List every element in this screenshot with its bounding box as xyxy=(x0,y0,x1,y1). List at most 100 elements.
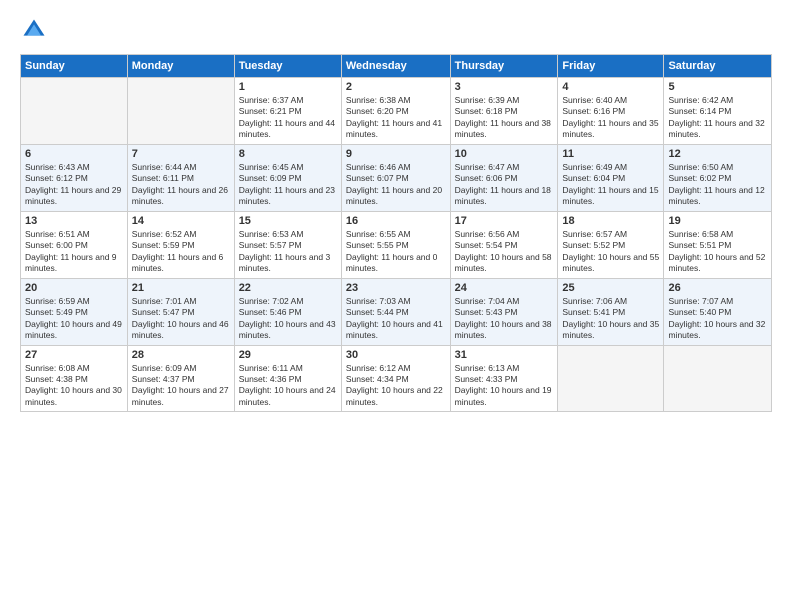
calendar-cell: 31 Sunrise: 6:13 AMSunset: 4:33 PMDayligh… xyxy=(450,345,558,412)
calendar-cell: 26 Sunrise: 7:07 AMSunset: 5:40 PMDayligh… xyxy=(664,278,772,345)
day-info: Sunrise: 6:42 AMSunset: 6:14 PMDaylight:… xyxy=(668,95,767,141)
calendar-cell: 19 Sunrise: 6:58 AMSunset: 5:51 PMDayligh… xyxy=(664,211,772,278)
logo xyxy=(20,16,52,44)
day-info: Sunrise: 6:46 AMSunset: 6:07 PMDaylight:… xyxy=(346,162,446,208)
day-number: 5 xyxy=(668,81,767,93)
day-info: Sunrise: 6:45 AMSunset: 6:09 PMDaylight:… xyxy=(239,162,337,208)
day-info: Sunrise: 6:38 AMSunset: 6:20 PMDaylight:… xyxy=(346,95,446,141)
calendar-cell xyxy=(664,345,772,412)
day-info: Sunrise: 7:07 AMSunset: 5:40 PMDaylight:… xyxy=(668,296,767,342)
calendar-cell: 29Sunrise: 6:11 AMSunset: 4:36 PMDayligh… xyxy=(234,345,341,412)
day-number: 25 xyxy=(562,282,659,294)
day-number: 23 xyxy=(346,282,446,294)
day-info: Sunrise: 6:08 AMSunset: 4:38 PMDaylight:… xyxy=(25,363,123,409)
day-number: 29 xyxy=(239,349,337,361)
day-number: 11 xyxy=(562,148,659,160)
day-info: Sunrise: 7:03 AMSunset: 5:44 PMDaylight:… xyxy=(346,296,446,342)
day-number: 4 xyxy=(562,81,659,93)
calendar-cell: 27Sunrise: 6:08 AMSunset: 4:38 PMDayligh… xyxy=(21,345,128,412)
day-number: 26 xyxy=(668,282,767,294)
day-number: 10 xyxy=(455,148,554,160)
day-info: Sunrise: 6:39 AMSunset: 6:18 PMDaylight:… xyxy=(455,95,554,141)
weekday-header-tuesday: Tuesday xyxy=(234,55,341,78)
day-info: Sunrise: 7:01 AMSunset: 5:47 PMDaylight:… xyxy=(132,296,230,342)
weekday-header-monday: Monday xyxy=(127,55,234,78)
day-info: Sunrise: 6:43 AMSunset: 6:12 PMDaylight:… xyxy=(25,162,123,208)
header xyxy=(20,16,772,44)
day-info: Sunrise: 6:52 AMSunset: 5:59 PMDaylight:… xyxy=(132,229,230,275)
week-row-1: 1Sunrise: 6:37 AMSunset: 6:21 PMDaylight… xyxy=(21,78,772,145)
calendar-cell: 17 Sunrise: 6:56 AMSunset: 5:54 PMDayligh… xyxy=(450,211,558,278)
week-row-5: 27Sunrise: 6:08 AMSunset: 4:38 PMDayligh… xyxy=(21,345,772,412)
calendar-cell xyxy=(21,78,128,145)
day-number: 7 xyxy=(132,148,230,160)
page: SundayMondayTuesdayWednesdayThursdayFrid… xyxy=(0,0,792,612)
day-info: Sunrise: 6:09 AMSunset: 4:37 PMDaylight:… xyxy=(132,363,230,409)
day-number: 22 xyxy=(239,282,337,294)
day-info: Sunrise: 6:59 AMSunset: 5:49 PMDaylight:… xyxy=(25,296,123,342)
day-info: Sunrise: 7:06 AMSunset: 5:41 PMDaylight:… xyxy=(562,296,659,342)
week-row-2: 6 Sunrise: 6:43 AMSunset: 6:12 PMDaylight… xyxy=(21,144,772,211)
calendar-cell: 20 Sunrise: 6:59 AMSunset: 5:49 PMDayligh… xyxy=(21,278,128,345)
day-number: 12 xyxy=(668,148,767,160)
day-number: 24 xyxy=(455,282,554,294)
week-row-4: 20 Sunrise: 6:59 AMSunset: 5:49 PMDayligh… xyxy=(21,278,772,345)
day-number: 28 xyxy=(132,349,230,361)
calendar-cell: 2 Sunrise: 6:38 AMSunset: 6:20 PMDaylight… xyxy=(341,78,450,145)
day-number: 31 xyxy=(455,349,554,361)
calendar-table: SundayMondayTuesdayWednesdayThursdayFrid… xyxy=(20,54,772,412)
day-info: Sunrise: 6:40 AMSunset: 6:16 PMDaylight:… xyxy=(562,95,659,141)
calendar-cell xyxy=(558,345,664,412)
day-info: Sunrise: 6:44 AMSunset: 6:11 PMDaylight:… xyxy=(132,162,230,208)
day-info: Sunrise: 7:02 AMSunset: 5:46 PMDaylight:… xyxy=(239,296,337,342)
day-info: Sunrise: 6:50 AMSunset: 6:02 PMDaylight:… xyxy=(668,162,767,208)
calendar-cell: 15 Sunrise: 6:53 AMSunset: 5:57 PMDayligh… xyxy=(234,211,341,278)
day-info: Sunrise: 6:56 AMSunset: 5:54 PMDaylight:… xyxy=(455,229,554,275)
day-number: 21 xyxy=(132,282,230,294)
day-number: 13 xyxy=(25,215,123,227)
day-info: Sunrise: 6:58 AMSunset: 5:51 PMDaylight:… xyxy=(668,229,767,275)
day-number: 17 xyxy=(455,215,554,227)
calendar-cell: 28 Sunrise: 6:09 AMSunset: 4:37 PMDayligh… xyxy=(127,345,234,412)
day-info: Sunrise: 6:49 AMSunset: 6:04 PMDaylight:… xyxy=(562,162,659,208)
day-info: Sunrise: 6:57 AMSunset: 5:52 PMDaylight:… xyxy=(562,229,659,275)
day-info: Sunrise: 6:12 AMSunset: 4:34 PMDaylight:… xyxy=(346,363,446,409)
week-row-3: 13 Sunrise: 6:51 AMSunset: 6:00 PMDayligh… xyxy=(21,211,772,278)
weekday-header-thursday: Thursday xyxy=(450,55,558,78)
calendar-cell: 7 Sunrise: 6:44 AMSunset: 6:11 PMDaylight… xyxy=(127,144,234,211)
day-info: Sunrise: 7:04 AMSunset: 5:43 PMDaylight:… xyxy=(455,296,554,342)
day-number: 15 xyxy=(239,215,337,227)
day-info: Sunrise: 6:13 AMSunset: 4:33 PMDaylight:… xyxy=(455,363,554,409)
weekday-header-saturday: Saturday xyxy=(664,55,772,78)
calendar-cell: 4 Sunrise: 6:40 AMSunset: 6:16 PMDaylight… xyxy=(558,78,664,145)
weekday-header-friday: Friday xyxy=(558,55,664,78)
day-number: 6 xyxy=(25,148,123,160)
day-info: Sunrise: 6:51 AMSunset: 6:00 PMDaylight:… xyxy=(25,229,123,275)
calendar-cell: 12 Sunrise: 6:50 AMSunset: 6:02 PMDayligh… xyxy=(664,144,772,211)
weekday-header-sunday: Sunday xyxy=(21,55,128,78)
day-info: Sunrise: 6:53 AMSunset: 5:57 PMDaylight:… xyxy=(239,229,337,275)
calendar-cell: 8 Sunrise: 6:45 AMSunset: 6:09 PMDaylight… xyxy=(234,144,341,211)
day-number: 18 xyxy=(562,215,659,227)
day-number: 14 xyxy=(132,215,230,227)
day-number: 8 xyxy=(239,148,337,160)
calendar-cell: 25 Sunrise: 7:06 AMSunset: 5:41 PMDayligh… xyxy=(558,278,664,345)
day-info: Sunrise: 6:55 AMSunset: 5:55 PMDaylight:… xyxy=(346,229,446,275)
weekday-header-wednesday: Wednesday xyxy=(341,55,450,78)
logo-icon xyxy=(20,16,48,44)
calendar-cell: 18 Sunrise: 6:57 AMSunset: 5:52 PMDayligh… xyxy=(558,211,664,278)
calendar-cell: 21 Sunrise: 7:01 AMSunset: 5:47 PMDayligh… xyxy=(127,278,234,345)
calendar-cell: 3 Sunrise: 6:39 AMSunset: 6:18 PMDaylight… xyxy=(450,78,558,145)
day-number: 9 xyxy=(346,148,446,160)
day-number: 30 xyxy=(346,349,446,361)
calendar-cell: 24 Sunrise: 7:04 AMSunset: 5:43 PMDayligh… xyxy=(450,278,558,345)
calendar-cell: 13 Sunrise: 6:51 AMSunset: 6:00 PMDayligh… xyxy=(21,211,128,278)
day-number: 3 xyxy=(455,81,554,93)
day-number: 20 xyxy=(25,282,123,294)
calendar-cell: 16Sunrise: 6:55 AMSunset: 5:55 PMDayligh… xyxy=(341,211,450,278)
day-number: 19 xyxy=(668,215,767,227)
day-number: 2 xyxy=(346,81,446,93)
calendar-cell: 30 Sunrise: 6:12 AMSunset: 4:34 PMDayligh… xyxy=(341,345,450,412)
calendar-cell: 10Sunrise: 6:47 AMSunset: 6:06 PMDayligh… xyxy=(450,144,558,211)
calendar-cell xyxy=(127,78,234,145)
